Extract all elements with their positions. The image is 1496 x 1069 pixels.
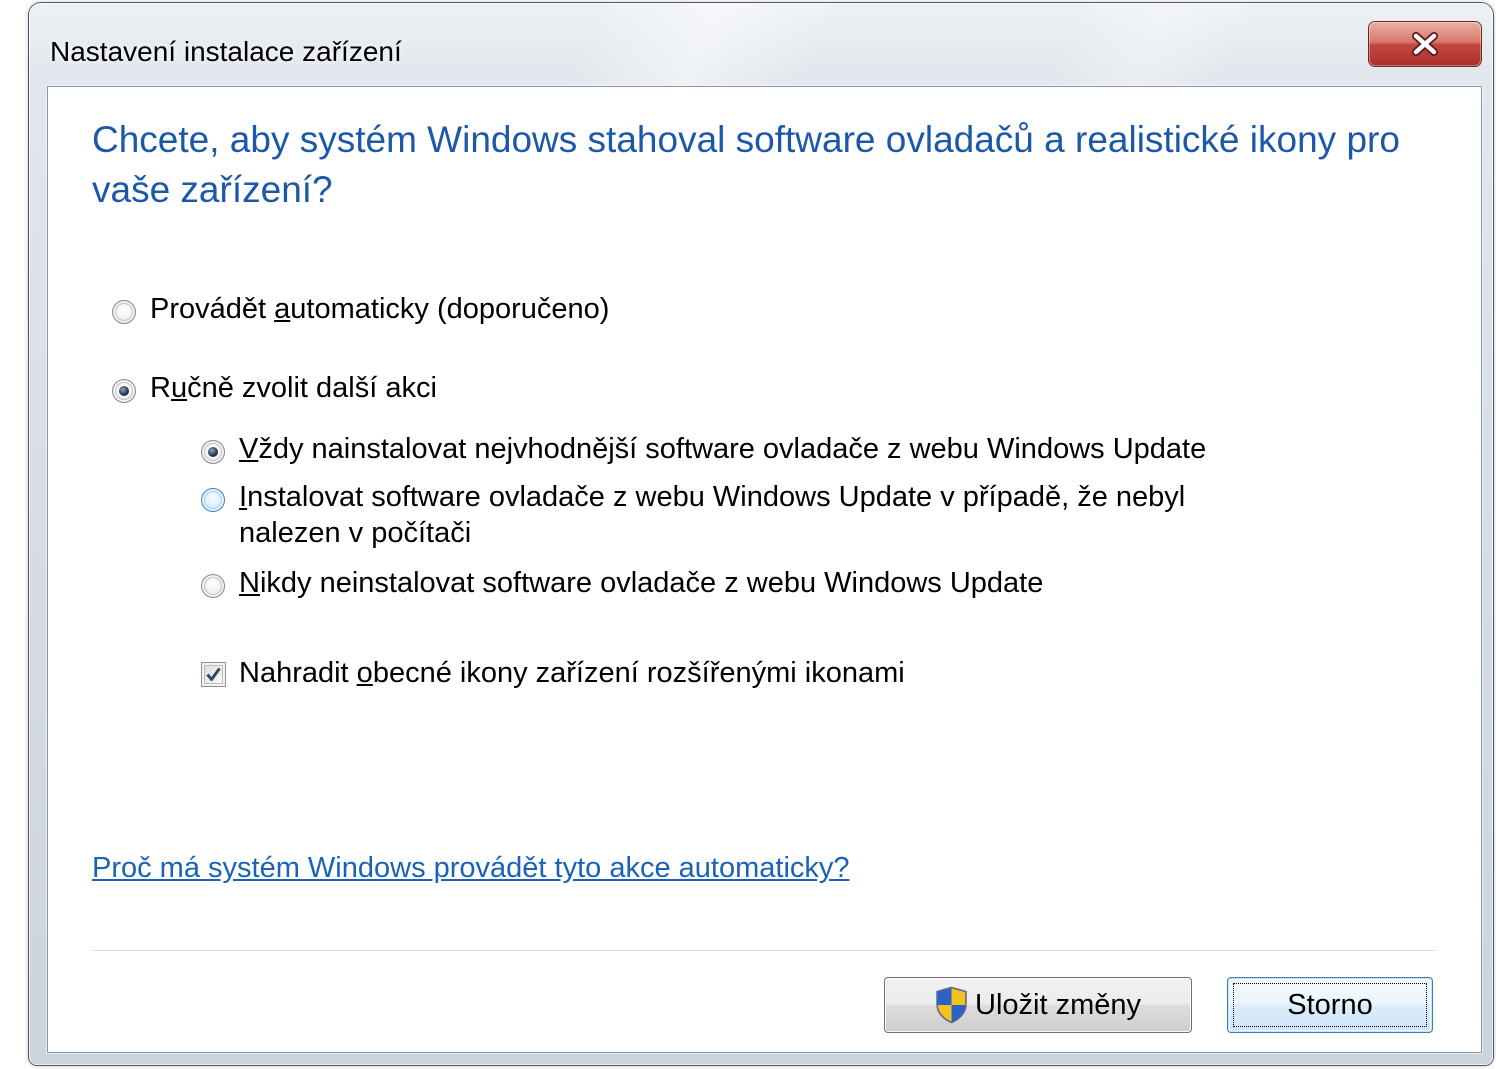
option-install-if-not-found[interactable]: Instalovat software ovladače z webu Wind… <box>201 479 1239 551</box>
option-automatic[interactable]: Provádět automaticky (doporučeno) <box>112 291 609 327</box>
uac-shield-icon <box>936 986 967 1024</box>
radio-install-if-not-found[interactable] <box>201 488 225 512</box>
save-changes-label: Uložit změny <box>975 989 1141 1021</box>
focus-rectangle <box>1233 983 1427 1027</box>
option-manual-label: Ručně zvolit další akci <box>150 372 437 404</box>
option-always-install[interactable]: Vždy nainstalovat nejvhodnější software … <box>201 431 1239 467</box>
access-key: o <box>356 657 373 689</box>
access-key: I <box>239 481 248 513</box>
option-automatic-label: Provádět automaticky (doporučeno) <box>150 293 610 325</box>
main-instruction: Chcete, aby systém Windows stahoval soft… <box>92 119 1400 210</box>
option-always-install-label: Vždy nainstalovat nejvhodnější software … <box>239 433 1207 465</box>
access-key: u <box>170 372 188 404</box>
dialog-content: Chcete, aby systém Windows stahoval soft… <box>48 87 1481 1052</box>
close-button[interactable] <box>1369 22 1481 66</box>
checkbox-replace-icons[interactable] <box>201 662 226 687</box>
option-replace-icons[interactable]: Nahradit obecné ikony zařízení rozšířený… <box>201 655 905 691</box>
option-manual[interactable]: Ručně zvolit další akci <box>112 370 437 406</box>
radio-automatic[interactable] <box>112 300 136 324</box>
separator-line <box>92 950 1436 951</box>
access-key: V <box>239 433 259 465</box>
close-icon <box>1412 32 1438 56</box>
radio-always-install[interactable] <box>201 440 225 464</box>
option-replace-icons-label: Nahradit obecné ikony zařízení rozšířený… <box>239 657 905 689</box>
access-key: a <box>274 293 291 325</box>
window-title: Nastavení instalace zařízení <box>50 36 402 67</box>
cancel-button[interactable]: Storno <box>1227 977 1433 1033</box>
title-bar[interactable]: Nastavení instalace zařízení <box>29 3 1493 87</box>
radio-never-install[interactable] <box>201 574 225 598</box>
checkmark-icon <box>206 667 221 681</box>
option-install-if-not-found-label: Instalovat software ovladače z webu Wind… <box>239 481 1186 549</box>
save-changes-button[interactable]: Uložit změny <box>884 977 1192 1033</box>
help-link[interactable]: Proč má systém Windows provádět tyto akc… <box>92 850 850 886</box>
access-key: N <box>239 567 260 599</box>
radio-manual[interactable] <box>112 379 136 403</box>
option-never-install-label: Nikdy neinstalovat software ovladače z w… <box>239 567 1044 599</box>
option-never-install[interactable]: Nikdy neinstalovat software ovladače z w… <box>201 565 1239 601</box>
device-installation-settings-window: Nastavení instalace zařízení Chcete, aby… <box>29 3 1493 1065</box>
